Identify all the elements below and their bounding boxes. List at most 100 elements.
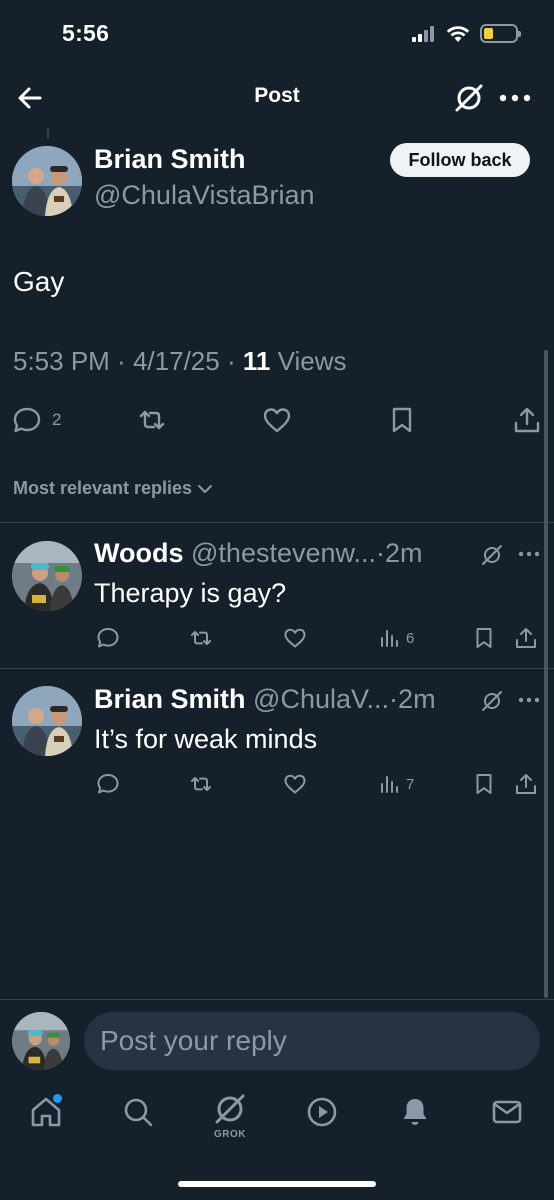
reply-author-handle[interactable]: @thestevenw... — [191, 538, 376, 568]
divider — [0, 522, 554, 523]
avatar-photo — [12, 1012, 70, 1070]
reply-views-action[interactable]: 7 — [378, 772, 414, 796]
reply-time[interactable]: 2m — [398, 684, 436, 714]
reply-share-action[interactable] — [514, 772, 538, 796]
reply-text: It’s for weak minds — [94, 724, 318, 754]
reply-reply-action[interactable] — [96, 626, 120, 650]
repost-action[interactable] — [137, 402, 167, 438]
more-icon — [518, 697, 540, 703]
reply-author-handle[interactable]: @ChulaV... — [253, 684, 389, 714]
reply-bookmark-action[interactable] — [472, 626, 496, 650]
tab-messages[interactable] — [489, 1094, 525, 1130]
post-date[interactable]: 4/17/25 — [133, 346, 220, 376]
reply-count: 2 — [52, 410, 62, 429]
reply-icon — [13, 407, 41, 433]
reply-views-action[interactable]: 6 — [378, 626, 414, 650]
reply-time[interactable]: 2m — [385, 538, 423, 568]
reply-repost-action[interactable] — [189, 772, 213, 796]
more-icon — [518, 551, 540, 557]
tab-grok-label: GROK — [214, 1129, 246, 1140]
bookmark-action[interactable] — [387, 402, 417, 438]
divider — [0, 668, 554, 669]
post-text: Gay — [13, 266, 65, 297]
like-action[interactable] — [262, 402, 292, 438]
notification-dot — [53, 1094, 62, 1103]
replies-sort-dropdown[interactable]: Most relevant replies — [13, 478, 214, 499]
reply-more-button[interactable] — [516, 690, 542, 710]
search-icon — [124, 1098, 153, 1127]
reply-reply-action[interactable] — [96, 772, 120, 796]
mail-icon — [492, 1100, 522, 1124]
reply-icon — [97, 628, 119, 648]
cellular-signal-icon — [412, 25, 434, 42]
replies-sort-label: Most relevant replies — [13, 478, 193, 498]
reply-composer-input[interactable]: Post your reply — [84, 1012, 540, 1070]
reply-grok-button[interactable] — [480, 543, 504, 567]
tab-grok[interactable] — [212, 1091, 248, 1127]
status-bar-icons — [412, 24, 521, 43]
views-count: 11 — [242, 346, 271, 376]
reply-author-name[interactable]: Brian Smith — [94, 684, 246, 714]
share-action[interactable] — [512, 402, 542, 438]
reply-avatar[interactable] — [12, 686, 82, 756]
reply-more-button[interactable] — [516, 544, 542, 564]
heart-icon — [284, 628, 306, 648]
bookmark-icon — [476, 774, 492, 794]
reply-grok-button[interactable] — [480, 689, 504, 713]
bookmark-icon — [476, 628, 492, 648]
tab-search[interactable] — [120, 1094, 156, 1130]
more-icon — [499, 94, 531, 102]
share-icon — [516, 774, 536, 794]
status-bar-time: 5:56 — [62, 20, 110, 46]
grok-icon — [482, 691, 502, 711]
more-options-button[interactable] — [496, 85, 534, 111]
reply-header: Brian Smith @ChulaV...·2m — [94, 684, 436, 715]
reply-like-action[interactable] — [283, 626, 307, 650]
home-indicator[interactable] — [178, 1181, 376, 1187]
play-icon — [307, 1097, 337, 1127]
author-handle[interactable]: @ChulaVistaBrian — [94, 180, 315, 211]
author-name[interactable]: Brian Smith — [94, 144, 246, 175]
post-time[interactable]: 5:53 PM — [13, 346, 110, 376]
author-avatar[interactable] — [12, 146, 82, 216]
reply-share-action[interactable] — [514, 626, 538, 650]
share-icon — [516, 628, 536, 648]
chevron-down-icon — [198, 484, 213, 493]
views-label: Views — [277, 346, 347, 376]
reply-header: Woods @thestevenw...·2m — [94, 538, 423, 569]
reply-author-name[interactable]: Woods — [94, 538, 184, 568]
grok-button[interactable] — [452, 81, 486, 115]
tab-video[interactable] — [304, 1094, 340, 1130]
reply-views-count: 6 — [406, 629, 415, 647]
bell-icon — [403, 1099, 427, 1125]
divider — [0, 999, 554, 1000]
grok-icon — [215, 1094, 245, 1124]
scrollbar[interactable] — [544, 350, 548, 998]
avatar-photo — [12, 541, 82, 611]
reply-repost-action[interactable] — [189, 626, 213, 650]
repost-icon — [139, 410, 165, 430]
post-metadata: 5:53 PM · 4/17/25 · 11 Views — [13, 346, 346, 377]
reply-icon — [97, 774, 119, 794]
grok-icon — [455, 84, 483, 112]
share-icon — [514, 407, 540, 433]
wifi-icon — [446, 25, 470, 42]
reply-views-count: 7 — [406, 775, 415, 793]
follow-back-button[interactable]: Follow back — [390, 143, 530, 177]
tab-notifications[interactable] — [397, 1094, 433, 1130]
reply-action[interactable]: 2 — [12, 402, 61, 438]
heart-icon — [284, 774, 306, 794]
analytics-icon — [381, 776, 398, 793]
avatar-photo — [12, 686, 82, 756]
meta-separator: · — [117, 346, 126, 376]
bookmark-icon — [392, 407, 412, 433]
thread-connector — [47, 128, 49, 138]
meta-separator: · — [376, 538, 386, 568]
reply-avatar[interactable] — [12, 541, 82, 611]
heart-icon — [263, 408, 291, 433]
reply-bookmark-action[interactable] — [472, 772, 496, 796]
battery-icon — [480, 24, 521, 43]
repost-icon — [191, 777, 211, 791]
reply-like-action[interactable] — [283, 772, 307, 796]
analytics-icon — [381, 630, 398, 647]
